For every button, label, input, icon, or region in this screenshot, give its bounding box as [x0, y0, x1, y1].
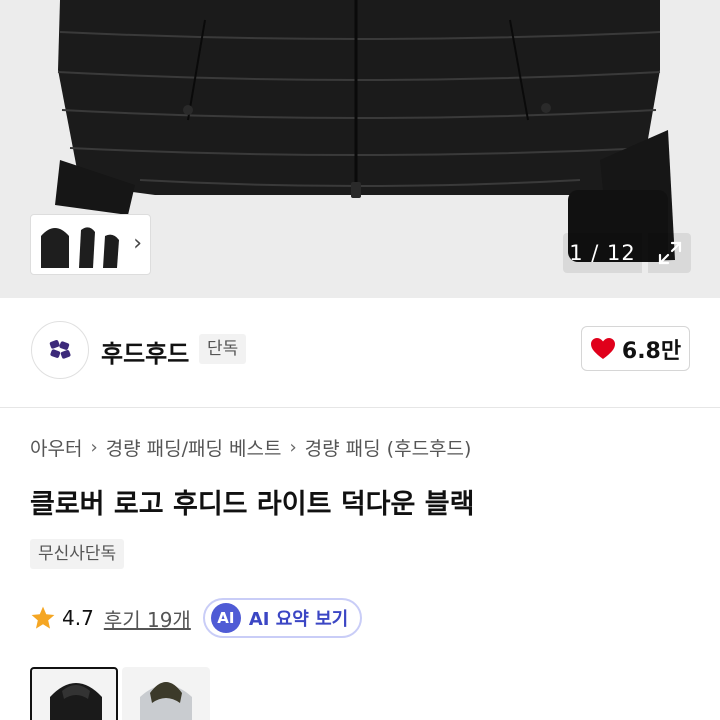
brand-logo-icon[interactable]	[31, 321, 89, 379]
thumbnail-images[interactable]	[35, 218, 127, 272]
product-image-gallery[interactable]: › 1 / 12	[0, 0, 720, 298]
like-button[interactable]: 6.8만	[581, 326, 690, 371]
breadcrumb: 아우터 › 경량 패딩/패딩 베스트 › 경량 패딩 (후드후드)	[30, 434, 471, 461]
color-option-light-gray[interactable]	[122, 667, 210, 720]
heart-icon	[590, 337, 615, 359]
chevron-right-icon: ›	[90, 437, 98, 458]
review-count-link[interactable]: 후기 19개	[104, 604, 191, 633]
breadcrumb-item[interactable]: 경량 패딩/패딩 베스트	[106, 434, 282, 461]
product-title: 클로버 로고 후디드 라이트 덕다운 블랙	[30, 489, 475, 520]
brand-name[interactable]: 후드후드	[101, 334, 189, 369]
image-counter: 1 / 12	[563, 233, 642, 273]
chevron-right-icon[interactable]: ›	[133, 233, 142, 255]
breadcrumb-item[interactable]: 경량 패딩 (후드후드)	[305, 434, 472, 461]
brand-row: 후드후드 단독 6.8만	[0, 298, 720, 408]
ai-summary-button[interactable]: AI AI 요약 보기	[202, 598, 363, 638]
brand-exclusive-badge: 단독	[199, 334, 247, 364]
star-icon	[31, 606, 55, 629]
like-count: 6.8만	[621, 338, 682, 364]
ai-icon: AI	[210, 603, 241, 633]
chevron-right-icon: ›	[289, 437, 297, 458]
breadcrumb-item[interactable]: 아우터	[30, 434, 82, 461]
expand-arrows-icon[interactable]	[648, 233, 691, 273]
ai-summary-label: AI 요약 보기	[248, 609, 349, 630]
thumbnail-strip[interactable]: ›	[30, 214, 151, 275]
musinsa-exclusive-badge: 무신사단독	[30, 539, 125, 569]
rating-value: 4.7	[62, 606, 94, 630]
color-option-black[interactable]	[30, 667, 118, 720]
rating-row: 4.7 후기 19개 AI AI 요약 보기	[30, 598, 363, 638]
